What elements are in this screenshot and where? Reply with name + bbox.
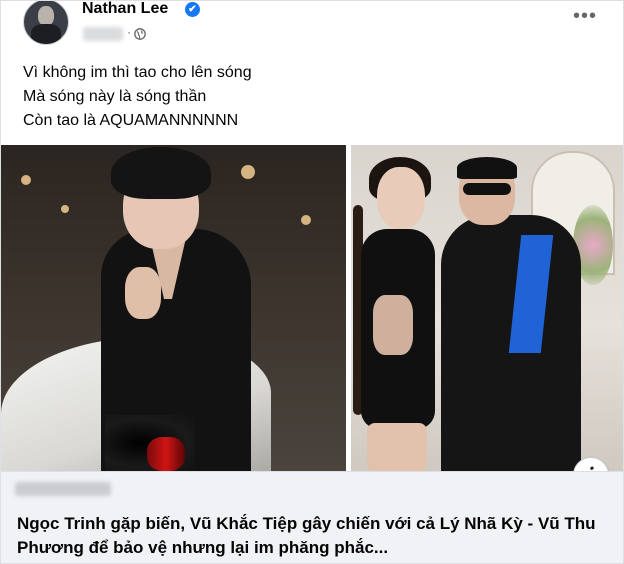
sunglasses [463, 183, 511, 195]
background-light [241, 165, 255, 179]
author-avatar[interactable] [23, 1, 69, 45]
man-hand [125, 267, 161, 319]
background-light [301, 215, 311, 225]
background-light [61, 205, 69, 213]
author-name[interactable]: Nathan Lee [82, 1, 168, 18]
avatar-face [38, 6, 54, 26]
caption-line: Còn tao là AQUAMANNNNNN [23, 112, 239, 129]
red-feather-accent [147, 437, 185, 471]
woman-face [377, 167, 425, 229]
facebook-post: Nathan Lee ✔ · ••• Vì không im thì tao c… [0, 0, 624, 564]
caption-line: Mà sóng này là sóng thần [23, 88, 207, 105]
post-photo[interactable]: i [1, 145, 623, 471]
caption-line: Vì không im thì tao cho lên sóng [23, 64, 252, 81]
post-timestamp-blurred[interactable] [83, 27, 123, 41]
more-options-icon[interactable]: ••• [567, 6, 603, 31]
globe-icon[interactable] [134, 28, 146, 40]
avatar-shoulders [31, 24, 61, 44]
link-preview[interactable]: Ngọc Trinh gặp biến, Vũ Khắc Tiệp gây ch… [1, 471, 623, 563]
woman-legs [367, 423, 427, 471]
post-caption: Vì không im thì tao cho lên sóng Mà sóng… [23, 61, 252, 133]
background-light [21, 175, 31, 185]
verified-badge-icon: ✔ [185, 2, 200, 17]
dress-cutout [373, 295, 413, 355]
link-title[interactable]: Ngọc Trinh gặp biến, Vũ Khắc Tiệp gây ch… [17, 512, 613, 560]
man-hair [111, 147, 211, 199]
link-domain-blurred [15, 482, 111, 496]
man-hair-right [457, 157, 517, 179]
meta-separator: · [127, 25, 131, 39]
